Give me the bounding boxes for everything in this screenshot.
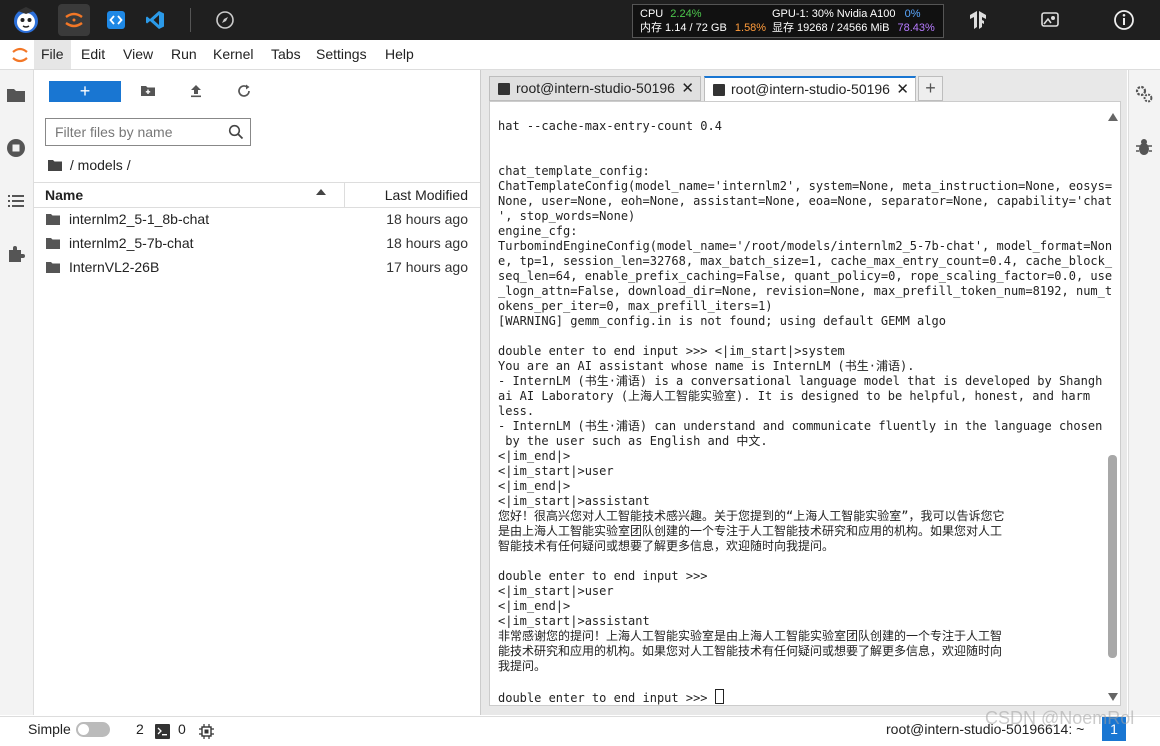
compass-icon[interactable] bbox=[209, 4, 241, 36]
close-icon[interactable]: ✕ bbox=[681, 77, 694, 100]
cpu-value: 2.24% bbox=[670, 8, 702, 20]
terminal-view[interactable]: hat --cache-max-entry-count 0.4 chat_tem… bbox=[489, 101, 1121, 706]
gpu-value: 0% bbox=[904, 8, 921, 20]
filter-box bbox=[45, 118, 251, 146]
tab-terminal-2[interactable]: root@intern-studio-50196 ✕ bbox=[704, 76, 916, 101]
watermark: CSDN @NoemRol bbox=[985, 708, 1135, 728]
add-tab-button[interactable]: + bbox=[918, 76, 943, 101]
menu-bar: File Edit View Run Kernel Tabs Settings … bbox=[0, 40, 1160, 70]
column-divider[interactable] bbox=[344, 183, 345, 207]
tab-terminal-1[interactable]: root@intern-studio-50196 ✕ bbox=[489, 76, 701, 101]
table-of-contents-icon[interactable] bbox=[4, 189, 28, 213]
folder-icon bbox=[46, 214, 60, 225]
menu-view[interactable]: View bbox=[116, 40, 160, 69]
extension-icon[interactable] bbox=[4, 242, 28, 266]
menu-tabs[interactable]: Tabs bbox=[264, 40, 308, 69]
memory-value: 1.58% bbox=[734, 22, 767, 34]
column-name[interactable]: Name bbox=[45, 183, 83, 207]
menu-help[interactable]: Help bbox=[378, 40, 421, 69]
vscode-icon[interactable] bbox=[139, 4, 171, 36]
tab-bar: root@intern-studio-50196 ✕ root@intern-s… bbox=[489, 76, 945, 101]
right-sidebar bbox=[1128, 70, 1160, 715]
folder-icon bbox=[46, 262, 60, 273]
file-row[interactable]: internlm2_5-1_8b-chat 18 hours ago bbox=[34, 207, 480, 231]
gpu-label: GPU-1: 30% Nvidia A100 bbox=[772, 8, 896, 20]
tab-label: root@intern-studio-50196 bbox=[731, 81, 890, 97]
top-bar: CPU 2.24% 内存 1.14 / 72 GB 1.58% GPU-1: 3… bbox=[0, 0, 1160, 40]
file-modified: 18 hours ago bbox=[386, 211, 468, 227]
resource-stats: CPU 2.24% 内存 1.14 / 72 GB 1.58% GPU-1: 3… bbox=[632, 4, 944, 38]
file-row[interactable]: InternVL2-26B 17 hours ago bbox=[34, 255, 480, 279]
file-name: internlm2_5-1_8b-chat bbox=[69, 211, 210, 227]
file-modified: 18 hours ago bbox=[386, 235, 468, 251]
simple-mode-toggle[interactable] bbox=[76, 722, 110, 737]
left-sidebar bbox=[0, 70, 34, 715]
tab-label: root@intern-studio-50196 bbox=[516, 80, 675, 96]
scrollbar-thumb[interactable] bbox=[1108, 455, 1117, 658]
cpu-label: CPU bbox=[640, 8, 664, 20]
filter-input[interactable] bbox=[46, 119, 244, 145]
scroll-down-arrow-icon[interactable] bbox=[1108, 693, 1118, 701]
terminal-count[interactable]: 0 bbox=[178, 717, 186, 741]
folder-icon[interactable] bbox=[4, 83, 28, 107]
file-modified: 17 hours ago bbox=[386, 259, 468, 275]
mascot-icon[interactable] bbox=[10, 4, 42, 36]
sort-ascending-icon[interactable] bbox=[316, 189, 326, 195]
new-folder-icon[interactable] bbox=[139, 82, 159, 102]
jupyter-logo-icon bbox=[4, 39, 36, 71]
folder-icon bbox=[46, 238, 60, 249]
breadcrumb: / models / bbox=[47, 155, 131, 175]
upload-icon[interactable] bbox=[187, 82, 207, 102]
scroll-up-arrow-icon[interactable] bbox=[1108, 113, 1118, 121]
vram-value: 78.43% bbox=[897, 22, 935, 34]
file-browser: + / models / Name Last Modified internlm… bbox=[34, 70, 481, 715]
file-name: internlm2_5-7b-chat bbox=[69, 235, 194, 251]
simple-mode-label: Simple bbox=[28, 721, 71, 737]
cpu-chip-icon[interactable] bbox=[199, 722, 214, 746]
close-icon[interactable]: ✕ bbox=[896, 78, 909, 101]
jupyter-icon[interactable] bbox=[58, 4, 90, 36]
breadcrumb-path[interactable]: / models / bbox=[70, 157, 131, 173]
home-folder-icon[interactable] bbox=[47, 158, 63, 172]
menu-file[interactable]: File bbox=[34, 40, 71, 69]
menu-run[interactable]: Run bbox=[164, 40, 204, 69]
menu-kernel[interactable]: Kernel bbox=[206, 40, 260, 69]
terminal-icon bbox=[713, 84, 725, 96]
search-icon[interactable] bbox=[228, 124, 244, 140]
refresh-icon[interactable] bbox=[235, 82, 255, 102]
menu-edit[interactable]: Edit bbox=[74, 40, 112, 69]
info-icon[interactable] bbox=[1108, 4, 1140, 36]
menu-settings[interactable]: Settings bbox=[309, 40, 374, 69]
vram-label: 显存 19268 / 24566 MiB bbox=[772, 22, 890, 34]
running-icon[interactable] bbox=[4, 136, 28, 160]
file-name: InternVL2-26B bbox=[69, 259, 160, 275]
cursor bbox=[714, 689, 724, 704]
file-row[interactable]: internlm2_5-7b-chat 18 hours ago bbox=[34, 231, 480, 255]
file-list-header: Name Last Modified bbox=[34, 182, 480, 208]
code-icon[interactable] bbox=[100, 4, 132, 36]
screen-capture-icon[interactable] bbox=[1034, 4, 1066, 36]
debugger-bug-icon[interactable] bbox=[1133, 136, 1157, 160]
terminal-icon bbox=[498, 83, 510, 95]
new-launcher-button[interactable]: + bbox=[49, 81, 121, 102]
terminal-status-icon[interactable] bbox=[155, 722, 170, 746]
kernel-count[interactable]: 2 bbox=[136, 717, 144, 741]
toolbar-divider bbox=[190, 8, 191, 32]
property-inspector-gear-icon[interactable] bbox=[1133, 83, 1157, 107]
column-last-modified[interactable]: Last Modified bbox=[385, 183, 468, 207]
terminal-output[interactable]: hat --cache-max-entry-count 0.4 chat_tem… bbox=[498, 119, 1112, 706]
memory-label: 内存 1.14 / 72 GB bbox=[640, 22, 727, 34]
tensorflow-icon[interactable] bbox=[962, 4, 994, 36]
